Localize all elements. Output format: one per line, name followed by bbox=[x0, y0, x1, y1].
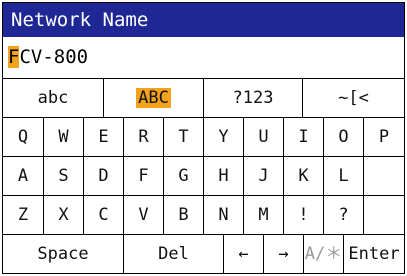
input-text: CV-800 bbox=[19, 46, 89, 68]
key-z[interactable]: Z bbox=[3, 195, 44, 234]
mode-uppercase-button[interactable]: ABC bbox=[104, 78, 204, 117]
key-k[interactable]: K bbox=[284, 156, 324, 195]
mode-row: abc ABC ?123 ~[< bbox=[3, 78, 404, 117]
on-screen-keyboard: abc ABC ?123 ~[< Q W E R T Y U I O P A S… bbox=[3, 78, 404, 273]
key-t[interactable]: T bbox=[164, 117, 204, 156]
key-c[interactable]: C bbox=[84, 195, 124, 234]
key-exclamation[interactable]: ! bbox=[284, 195, 324, 234]
key-m[interactable]: M bbox=[244, 195, 284, 234]
key-e[interactable]: E bbox=[84, 117, 124, 156]
key-v[interactable]: V bbox=[124, 195, 164, 234]
key-w[interactable]: W bbox=[44, 117, 84, 156]
text-input-field[interactable]: FCV-800 bbox=[3, 37, 404, 78]
key-b[interactable]: B bbox=[164, 195, 204, 234]
space-button[interactable]: Space bbox=[3, 234, 124, 273]
key-p[interactable]: P bbox=[364, 117, 404, 156]
letter-row-1: Q W E R T Y U I O P bbox=[3, 117, 404, 156]
key-d[interactable]: D bbox=[84, 156, 124, 195]
key-blank-row2 bbox=[364, 156, 404, 195]
cursor-character: F bbox=[8, 46, 20, 68]
key-blank-row3 bbox=[364, 195, 404, 234]
key-h[interactable]: H bbox=[204, 156, 244, 195]
key-g[interactable]: G bbox=[164, 156, 204, 195]
letter-row-2: A S D F G H J K L bbox=[3, 156, 404, 195]
key-x[interactable]: X bbox=[44, 195, 84, 234]
key-n[interactable]: N bbox=[204, 195, 244, 234]
cursor-left-button[interactable]: ← bbox=[224, 234, 264, 273]
letter-row-3: Z X C V B N M ! ? bbox=[3, 195, 404, 234]
key-u[interactable]: U bbox=[244, 117, 284, 156]
key-o[interactable]: O bbox=[324, 117, 364, 156]
key-s[interactable]: S bbox=[44, 156, 84, 195]
alt-chars-button[interactable]: A/＊ bbox=[304, 234, 344, 273]
key-question[interactable]: ? bbox=[324, 195, 364, 234]
enter-button[interactable]: Enter bbox=[344, 234, 404, 273]
key-l[interactable]: L bbox=[324, 156, 364, 195]
key-r[interactable]: R bbox=[124, 117, 164, 156]
key-i[interactable]: I bbox=[284, 117, 324, 156]
cursor-right-button[interactable]: → bbox=[264, 234, 304, 273]
mode-lowercase-button[interactable]: abc bbox=[3, 78, 104, 117]
delete-button[interactable]: Del bbox=[124, 234, 224, 273]
key-j[interactable]: J bbox=[244, 156, 284, 195]
mode-numbers-button[interactable]: ?123 bbox=[204, 78, 303, 117]
key-q[interactable]: Q bbox=[3, 117, 44, 156]
dialog-title: Network Name bbox=[3, 3, 404, 37]
function-row: Space Del ← → A/＊ Enter bbox=[3, 234, 404, 273]
keyboard-dialog: Network Name FCV-800 abc ABC ?123 ~[< Q … bbox=[2, 2, 405, 274]
key-f[interactable]: F bbox=[124, 156, 164, 195]
key-a[interactable]: A bbox=[3, 156, 44, 195]
key-y[interactable]: Y bbox=[204, 117, 244, 156]
mode-symbols-button[interactable]: ~[< bbox=[303, 78, 404, 117]
